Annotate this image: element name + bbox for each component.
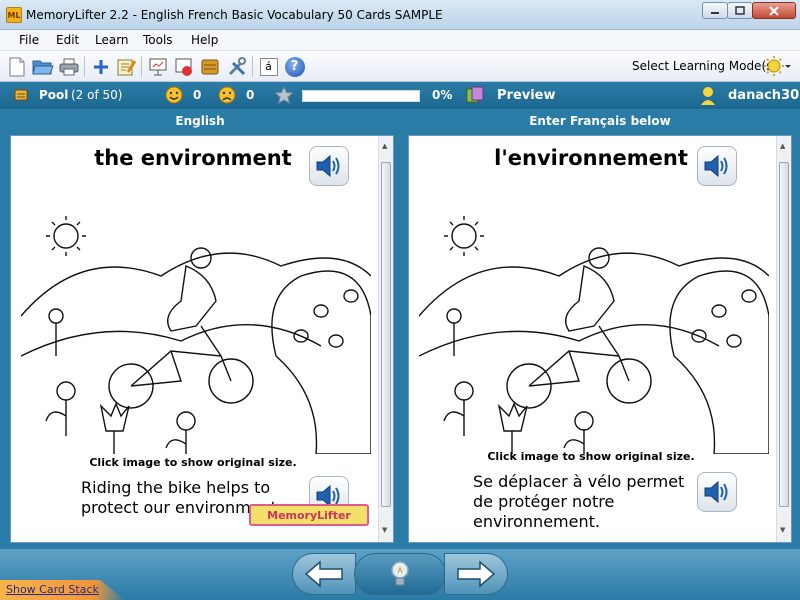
progress-percent: 0%	[432, 88, 453, 102]
scroll-thumb[interactable]	[381, 162, 391, 507]
scroll-down-arrow-icon[interactable]: ▼	[780, 526, 785, 534]
sad-face-icon	[218, 86, 236, 104]
preview-button[interactable]: Preview	[497, 88, 556, 103]
minimize-button[interactable]	[702, 2, 728, 19]
new-file-button[interactable]	[5, 55, 28, 78]
answer-card: l'environnement Click image to show orig…	[408, 135, 792, 543]
answer-sentence: Se déplacer à vélo permet de protéger no…	[473, 472, 685, 531]
arrow-left-icon	[304, 560, 343, 588]
lightbulb-icon	[391, 561, 409, 586]
star-icon	[275, 86, 293, 104]
toolbar-separator	[84, 56, 85, 77]
maximize-icon	[735, 6, 745, 15]
toolbar: á ? Select Learning Mode(s)	[0, 51, 800, 82]
show-card-stack-link[interactable]: Show Card Stack	[6, 583, 99, 596]
special-character-button[interactable]: á	[257, 55, 280, 78]
menu-file[interactable]: File	[19, 33, 39, 47]
add-card-icon	[93, 59, 108, 74]
speaker-icon	[704, 480, 728, 504]
app-logo-icon: ML	[6, 7, 22, 23]
print-button[interactable]	[57, 55, 80, 78]
speaker-icon	[316, 154, 340, 178]
statistics-icon	[175, 58, 192, 76]
open-button[interactable]	[31, 55, 54, 78]
special-character-icon: á	[259, 57, 278, 76]
help-icon: ?	[284, 56, 305, 77]
learning-mode-dropdown[interactable]	[763, 55, 791, 80]
close-icon	[769, 5, 779, 16]
question-scrollbar[interactable]: ▲ ▼	[378, 136, 393, 542]
card-box-icon	[201, 59, 218, 74]
pool-label: Pool	[39, 88, 69, 102]
pool-count: (2 of 50)	[71, 88, 123, 102]
menu-tools[interactable]: Tools	[143, 33, 173, 47]
window-title: MemoryLifter 2.2 - English French Basic …	[26, 8, 443, 22]
minimize-icon	[711, 11, 719, 14]
environment-illustration[interactable]	[21, 206, 371, 454]
edit-card-button[interactable]	[114, 55, 137, 78]
status-bar: Pool (2 of 50) 0 0 0% Preview danach30	[0, 82, 800, 109]
menu-help[interactable]: Help	[191, 33, 218, 47]
answer-image-hint: Click image to show original size.	[487, 450, 695, 463]
help-button[interactable]: ?	[283, 55, 306, 78]
preview-cards-icon	[466, 86, 484, 103]
navigation-bar	[0, 549, 800, 600]
scroll-up-arrow-icon[interactable]: ▲	[780, 142, 785, 150]
title-bar: ML MemoryLifter 2.2 - English French Bas…	[0, 0, 800, 30]
presentation-button[interactable]	[146, 55, 169, 78]
happy-face-icon	[165, 86, 183, 104]
answer-heading: Enter Français below	[529, 114, 671, 128]
settings-tools-icon	[228, 56, 246, 75]
sun-gear-icon	[764, 56, 791, 76]
close-button[interactable]	[752, 2, 796, 19]
menu-learn[interactable]: Learn	[95, 33, 129, 47]
previous-card-button[interactable]	[292, 553, 356, 595]
card-area: English Enter Français below the environ…	[0, 109, 800, 549]
tools-button[interactable]	[225, 55, 248, 78]
answer-audio-button[interactable]	[697, 146, 737, 186]
arrow-right-icon	[457, 560, 496, 588]
statistics-button[interactable]	[172, 55, 195, 78]
card-box-button[interactable]	[198, 55, 221, 78]
next-card-button[interactable]	[444, 553, 508, 595]
maximize-button[interactable]	[727, 2, 753, 19]
new-file-icon	[9, 57, 24, 76]
pool-box-icon	[14, 89, 28, 101]
add-card-button[interactable]	[89, 55, 112, 78]
speaker-icon	[704, 154, 728, 178]
learning-mode-label[interactable]: Select Learning Mode(s)	[632, 59, 777, 73]
question-heading: English	[175, 114, 225, 128]
scroll-down-arrow-icon[interactable]: ▼	[382, 526, 387, 534]
menu-edit[interactable]: Edit	[56, 33, 79, 47]
answer-sentence-audio-button[interactable]	[697, 472, 737, 512]
presentation-icon	[149, 58, 166, 75]
memorylifter-watermark: MemoryLifter	[249, 504, 369, 526]
user-icon	[701, 87, 715, 105]
answer-scrollbar[interactable]: ▲ ▼	[776, 136, 791, 542]
hint-button[interactable]	[354, 553, 446, 595]
open-folder-icon	[31, 60, 54, 74]
toolbar-separator	[141, 56, 142, 77]
wrong-count: 0	[246, 88, 255, 102]
user-name: danach30	[728, 88, 800, 103]
print-icon	[59, 58, 78, 75]
edit-card-icon	[117, 59, 136, 75]
question-card: the environment Click image to show orig…	[10, 135, 394, 543]
menu-bar: File Edit Learn Tools Help	[0, 30, 800, 51]
progress-bar	[302, 90, 420, 102]
toolbar-separator	[252, 56, 253, 77]
scroll-thumb[interactable]	[779, 162, 789, 507]
environment-illustration[interactable]	[419, 206, 769, 454]
scroll-up-arrow-icon[interactable]: ▲	[382, 142, 387, 150]
question-audio-button[interactable]	[309, 146, 349, 186]
correct-count: 0	[193, 88, 202, 102]
question-image-hint: Click image to show original size.	[89, 456, 297, 469]
